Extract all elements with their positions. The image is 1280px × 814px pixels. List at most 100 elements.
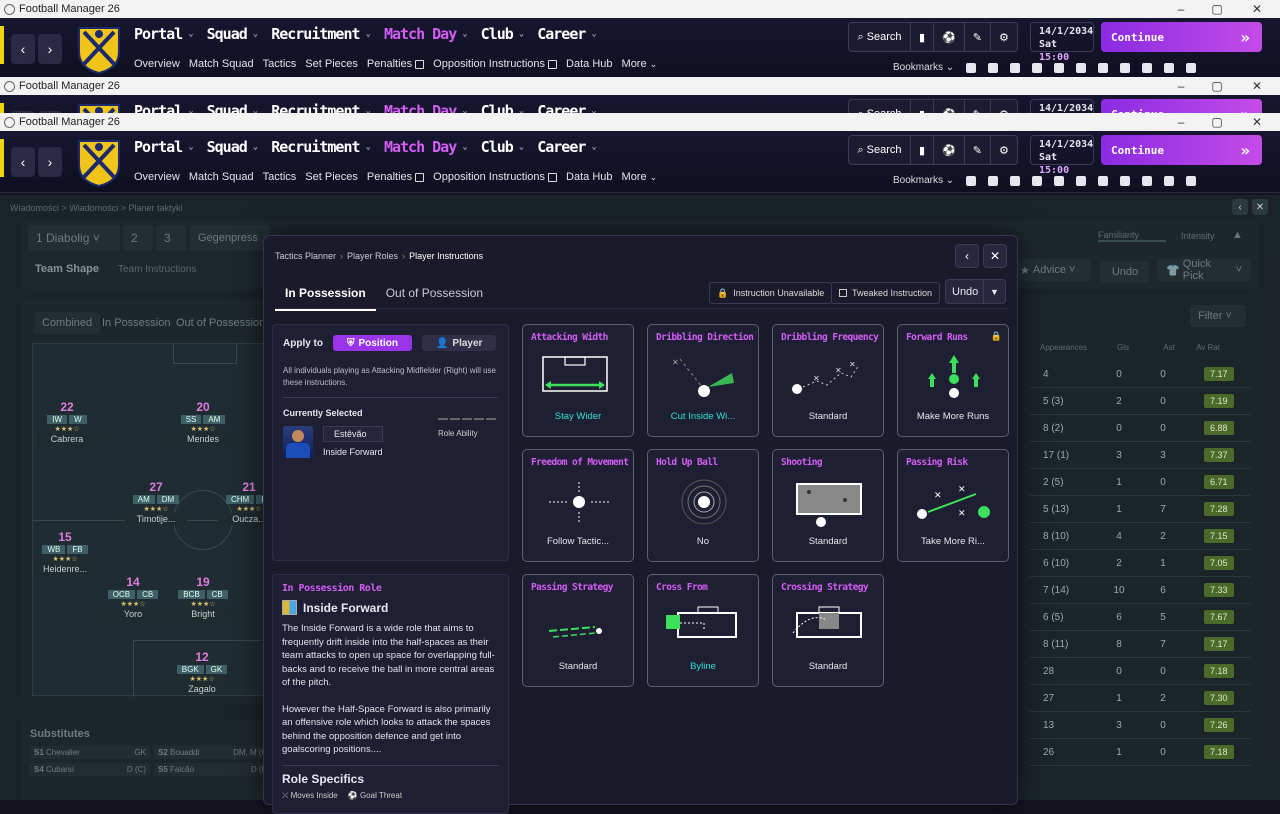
back-button[interactable]: ‹: [11, 34, 35, 64]
medical-icon[interactable]: [1076, 62, 1087, 73]
subnav-item[interactable]: Set Pieces: [305, 58, 358, 70]
edit-button[interactable]: ✎: [965, 100, 991, 113]
instruction-card-dribbling-frequency[interactable]: Dribbling Frequency ✕ ✕ ✕ Standard: [772, 324, 884, 437]
chevron-down-icon[interactable]: ▼: [983, 280, 1005, 303]
chat-icon[interactable]: [966, 175, 977, 186]
trophy-icon[interactable]: [1054, 62, 1065, 73]
nav-item-career[interactable]: Career ⌄: [537, 138, 597, 156]
people-icon[interactable]: [1032, 62, 1043, 73]
subnav-item[interactable]: Overview: [134, 171, 180, 183]
subnav-item[interactable]: Opposition Instructions: [433, 58, 558, 70]
pitch-player[interactable]: 20 SS AM ★★★☆ Mendes: [172, 400, 234, 445]
calendar-icon[interactable]: [1186, 175, 1197, 186]
minimize-icon[interactable]: –: [1164, 77, 1198, 95]
nav-item-portal[interactable]: Portal ⌄: [134, 102, 194, 113]
cycle-icon[interactable]: [1142, 62, 1153, 73]
subnav-item[interactable]: Match Squad: [189, 58, 254, 70]
subnav-item[interactable]: More ⌄: [622, 171, 658, 183]
subnav-item[interactable]: Penalties: [367, 58, 425, 70]
edit-button[interactable]: ✎: [965, 23, 991, 51]
subnav-item[interactable]: More ⌄: [622, 58, 658, 70]
continue-button[interactable]: Continue»: [1101, 22, 1262, 52]
instruction-card-forward-runs[interactable]: Forward Runs 🔒 Make More Runs: [897, 324, 1009, 437]
pitch-player[interactable]: 15 WB FB ★★★☆ Heidenre...: [34, 530, 96, 575]
minimize-icon[interactable]: –: [1164, 0, 1198, 18]
table-row[interactable]: 28 0 0 7.18: [1030, 658, 1250, 685]
forward-button[interactable]: ›: [38, 147, 62, 177]
maximize-icon[interactable]: ▢: [1200, 0, 1234, 18]
nav-item-career[interactable]: Career ⌄: [537, 25, 597, 43]
forward-button[interactable]: ›: [38, 34, 62, 64]
continue-button[interactable]: Continue»: [1101, 135, 1262, 165]
search-button[interactable]: ⌕ Search: [849, 23, 911, 51]
club-crest-icon[interactable]: [76, 24, 122, 74]
calendar-icon[interactable]: [1186, 62, 1197, 73]
table-row[interactable]: 13 3 0 7.26: [1030, 712, 1250, 739]
table-row[interactable]: 27 1 2 7.30: [1030, 685, 1250, 712]
search-button[interactable]: ⌕ Search: [849, 100, 911, 113]
chat-icon[interactable]: [966, 62, 977, 73]
bookmark-button[interactable]: ▮: [911, 100, 935, 113]
continue-button[interactable]: Continue»: [1101, 99, 1262, 113]
shirt-icon[interactable]: [988, 175, 999, 186]
subnav-item[interactable]: Tactics: [263, 58, 297, 70]
bookmark-button[interactable]: ▮: [911, 136, 935, 164]
back-button[interactable]: ‹: [11, 147, 35, 177]
table-row[interactable]: 6 (10) 2 1 7.05: [1030, 550, 1250, 577]
table-row[interactable]: 8 (11) 8 7 7.17: [1030, 631, 1250, 658]
table-row[interactable]: 8 (2) 0 0 6.88: [1030, 415, 1250, 442]
club-crest-icon[interactable]: [76, 137, 122, 187]
people-icon[interactable]: [1032, 175, 1043, 186]
subnav-item[interactable]: Penalties: [367, 171, 425, 183]
close-modal-button[interactable]: ✕: [983, 244, 1007, 268]
nav-item-career[interactable]: Career ⌄: [537, 102, 597, 113]
globe-icon[interactable]: [1164, 62, 1175, 73]
ball-icon[interactable]: [1120, 62, 1131, 73]
nav-item-recruitment[interactable]: Recruitment ⌄: [271, 25, 371, 43]
nav-item-match-day[interactable]: Match Day ⌄: [384, 138, 468, 156]
instruction-card-crossing-strategy[interactable]: Crossing Strategy Standard: [772, 574, 884, 687]
nav-item-match-day[interactable]: Match Day ⌄: [384, 25, 468, 43]
instruction-card-passing-risk[interactable]: Passing Risk ✕ ✕ ✕ Take More Ri...: [897, 449, 1009, 562]
table-row[interactable]: 26 1 0 7.18: [1030, 739, 1250, 766]
apply-player-button[interactable]: 👤 Player: [421, 335, 497, 351]
settings-button[interactable]: ⚙: [991, 23, 1017, 51]
table-row[interactable]: 5 (3) 2 0 7.19: [1030, 388, 1250, 415]
minimize-icon[interactable]: –: [1164, 113, 1198, 131]
subnav-item[interactable]: Data Hub: [566, 171, 612, 183]
table-row[interactable]: 7 (14) 10 6 7.33: [1030, 577, 1250, 604]
instruction-card-freedom-of-movement[interactable]: Freedom of Movement Follow Tactic...: [522, 449, 634, 562]
pitch-player[interactable]: 22 IW W ★★★☆ Cabrera: [36, 400, 98, 445]
nav-item-squad[interactable]: Squad ⌄: [207, 102, 259, 113]
pitch-player[interactable]: 14 OCB CB ★★★☆ Yoro: [102, 575, 164, 620]
edit-button[interactable]: ✎: [965, 136, 991, 164]
nav-item-squad[interactable]: Squad ⌄: [207, 138, 259, 156]
nav-item-club[interactable]: Club ⌄: [481, 25, 525, 43]
table-row[interactable]: 2 (5) 1 0 6.71: [1030, 469, 1250, 496]
cycle-icon[interactable]: [1142, 175, 1153, 186]
nav-item-club[interactable]: Club ⌄: [481, 138, 525, 156]
crumb-player-roles[interactable]: Player Roles: [347, 251, 398, 261]
database-icon[interactable]: [1098, 175, 1109, 186]
bg-close-button[interactable]: ✕: [1252, 199, 1268, 215]
close-icon[interactable]: ✕: [1240, 77, 1274, 95]
apply-position-button[interactable]: ⛨ Position: [333, 335, 412, 351]
close-icon[interactable]: ✕: [1240, 113, 1274, 131]
instruction-card-hold-up-ball[interactable]: Hold Up Ball No: [647, 449, 759, 562]
subnav-item[interactable]: Set Pieces: [305, 171, 358, 183]
close-icon[interactable]: ✕: [1240, 0, 1274, 18]
tab-in-possession[interactable]: In Possession: [275, 280, 376, 311]
ball-button[interactable]: ⚽: [934, 23, 965, 51]
table-row[interactable]: 6 (5) 6 5 7.67: [1030, 604, 1250, 631]
pitch-player[interactable]: 19 BCB CB ★★★☆ Bright: [172, 575, 234, 620]
pitch-player[interactable]: 27 AM DM ★★★☆ Timotije...: [125, 480, 187, 525]
nav-item-match-day[interactable]: Match Day ⌄: [384, 102, 468, 113]
instruction-card-dribbling-direction[interactable]: Dribbling Direction ✕ Cut Inside Wi...: [647, 324, 759, 437]
nav-item-recruitment[interactable]: Recruitment ⌄: [271, 138, 371, 156]
undo-button[interactable]: Undo ▼: [945, 279, 1006, 304]
database-icon[interactable]: [1098, 62, 1109, 73]
tab-out-of-possession[interactable]: Out of Possession: [376, 280, 493, 311]
bookmark-button[interactable]: ▮: [911, 23, 935, 51]
kit-icon[interactable]: [1010, 175, 1021, 186]
back-button[interactable]: ‹: [955, 244, 979, 268]
